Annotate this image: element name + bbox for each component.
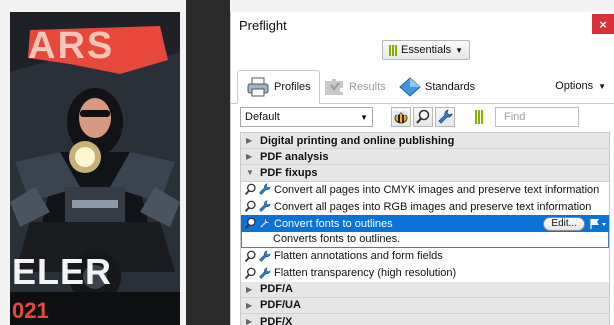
fixup-description: Converts fonts to outlines. [241, 231, 609, 248]
row-icons [244, 200, 274, 213]
magnifier-icon [416, 109, 430, 124]
wrench-icon [259, 250, 271, 262]
tree-group[interactable]: ▶ PDF/A [241, 281, 609, 298]
row-icons [244, 217, 274, 230]
chevron-down-icon: ▼ [246, 168, 254, 178]
profile-tree: ▶ Digital printing and online publishing… [240, 132, 610, 325]
magnifier-icon [244, 200, 256, 213]
tab-results-label: Results [349, 81, 386, 93]
artwork-year-text: 021 [12, 298, 49, 323]
comic-artwork: ARS ELER 021 [10, 12, 180, 325]
fixup-item-selected[interactable]: Convert fonts to outlines Edit... [241, 215, 609, 232]
bar-chart-icon [475, 110, 483, 124]
bars-button[interactable] [469, 107, 489, 127]
essentials-label: Essentials [401, 44, 452, 56]
tree-group-label: PDF/UA [260, 299, 301, 312]
wrench-icon [259, 183, 271, 196]
wrench-icon [438, 109, 453, 124]
fixup-label: Convert all pages into RGB images and pr… [274, 200, 592, 213]
bee-icon [394, 111, 408, 124]
chevron-right-icon: ▶ [246, 317, 253, 325]
toolbar: Default ▼ [231, 104, 614, 130]
tab-standards[interactable]: Standards [391, 70, 483, 104]
tab-results[interactable]: Results [315, 70, 394, 104]
row-icons [244, 267, 274, 280]
tab-bar: Profiles Results Standards Options ▼ [231, 66, 614, 104]
tree-group[interactable]: ▶ Digital printing and online publishing [241, 133, 609, 150]
tab-profiles-label: Profiles [274, 81, 311, 93]
magnifier-icon [244, 184, 256, 196]
magnifier-icon [244, 267, 256, 279]
fixup-description-text: Converts fonts to outlines. [273, 233, 401, 246]
chevron-right-icon: ▶ [246, 152, 253, 162]
fixup-label: Convert fonts to outlines [274, 217, 393, 230]
flag-dropdown[interactable] [587, 217, 609, 231]
fixup-item[interactable]: Convert all pages into RGB images and pr… [241, 198, 609, 216]
flag-icon [590, 218, 606, 229]
puzzle-icon [325, 79, 343, 95]
chevron-right-icon: ▶ [246, 136, 253, 146]
tree-group[interactable]: ▼ PDF fixups [241, 165, 609, 182]
bee-button[interactable] [391, 107, 411, 127]
tree-group-label: PDF analysis [260, 150, 329, 163]
fixup-label: Flatten transparency (high resolution) [274, 267, 457, 280]
close-button[interactable]: × [592, 14, 614, 34]
tree-group-label: PDF fixups [260, 166, 318, 179]
tree-group-label: PDF/X [260, 315, 293, 325]
preflight-panel: Preflight × Essentials ▼ Profiles Result… [230, 12, 614, 325]
options-menu[interactable]: Options ▼ [555, 80, 606, 92]
wrench-icon [259, 217, 271, 229]
fixup-item[interactable]: Flatten transparency (high resolution) [241, 264, 609, 282]
tab-standards-label: Standards [425, 81, 476, 93]
chevron-right-icon: ▶ [246, 284, 253, 294]
magnifier-icon [244, 217, 256, 230]
tree-group[interactable]: ▶ PDF/X [241, 313, 609, 325]
tree-group-label: Digital printing and online publishing [260, 134, 455, 147]
row-icons [244, 183, 274, 196]
essentials-wrapper: Essentials ▼ [382, 40, 471, 60]
printer-icon [247, 77, 269, 97]
fixup-item[interactable]: Convert all pages into CMYK images and p… [241, 181, 609, 199]
tab-profiles[interactable]: Profiles [237, 70, 320, 104]
window-divider [186, 0, 230, 325]
profile-select[interactable]: Default ▼ [240, 107, 373, 127]
bar-chart-icon [389, 44, 397, 56]
window-title: Preflight [239, 17, 287, 33]
diamond-icon [399, 77, 421, 97]
tree-group[interactable]: ▶ PDF analysis [241, 149, 609, 166]
tree-group-label: PDF/A [260, 283, 293, 296]
magnifier-button[interactable] [413, 107, 433, 127]
edit-button[interactable]: Edit... [543, 216, 585, 231]
artwork-panel: ARS ELER 021 [0, 0, 186, 325]
tree-group[interactable]: ▶ PDF/UA [241, 297, 609, 314]
fixup-item[interactable]: Flatten annotations and form fields [241, 247, 609, 265]
options-label: Options [555, 80, 594, 92]
wrench-icon [259, 200, 271, 213]
fixup-label: Flatten annotations and form fields [274, 250, 443, 263]
find-input[interactable] [495, 107, 579, 127]
chevron-down-icon: ▼ [598, 81, 606, 91]
magnifier-icon [244, 250, 256, 262]
row-icons [244, 250, 274, 263]
artwork-title-text: ARS [28, 25, 114, 67]
chevron-down-icon: ▼ [360, 112, 368, 122]
artwork-subtitle-text: ELER [12, 251, 112, 292]
chevron-right-icon: ▶ [246, 300, 253, 310]
chevron-down-icon: ▼ [455, 45, 464, 55]
wrench-icon [259, 267, 271, 279]
fixup-label: Convert all pages into CMYK images and p… [274, 183, 600, 196]
wrench-button[interactable] [435, 107, 455, 127]
essentials-button[interactable]: Essentials ▼ [382, 40, 471, 60]
title-bar[interactable]: Preflight [231, 12, 614, 38]
profile-select-value: Default [245, 111, 280, 123]
